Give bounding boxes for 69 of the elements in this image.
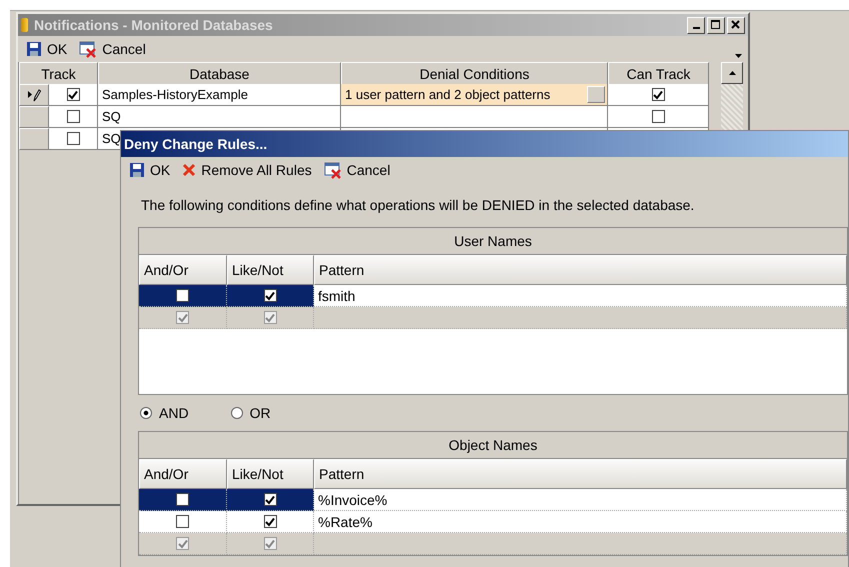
cancel-icon xyxy=(79,40,98,58)
column-header[interactable]: Can Track xyxy=(608,62,709,86)
table-cell[interactable] xyxy=(139,307,227,329)
checkbox[interactable] xyxy=(66,88,80,101)
checkbox[interactable] xyxy=(264,311,276,324)
column-header[interactable]: Pattern xyxy=(314,459,847,489)
pattern-cell[interactable]: fsmith xyxy=(314,285,847,307)
checkbox[interactable] xyxy=(264,537,276,550)
table-cell[interactable] xyxy=(227,489,314,511)
checkbox[interactable] xyxy=(652,88,664,101)
caret-icon xyxy=(735,54,742,58)
checkbox[interactable] xyxy=(176,311,189,324)
scrollbar[interactable] xyxy=(721,62,743,132)
checkbox[interactable] xyxy=(264,515,276,528)
checkbox[interactable] xyxy=(264,289,276,302)
checkbox[interactable] xyxy=(652,110,664,123)
window-title: Deny Change Rules... xyxy=(124,136,268,152)
checkbox[interactable] xyxy=(66,132,80,145)
description-text: The following conditions define what operations will be DENIED in the selected database. xyxy=(141,197,696,213)
row-header[interactable] xyxy=(19,84,49,106)
column-header[interactable]: Denial Conditions xyxy=(341,62,608,86)
table-cell[interactable] xyxy=(227,307,314,329)
toolbar-button[interactable]: Cancel xyxy=(75,38,150,60)
column-header[interactable]: Like/Not xyxy=(227,255,314,285)
table-cell[interactable] xyxy=(139,285,227,307)
remove-icon xyxy=(182,163,196,177)
toolbar-button[interactable]: Remove All Rules xyxy=(178,160,316,180)
column-header[interactable]: And/Or xyxy=(139,459,227,489)
save-icon xyxy=(26,41,42,57)
radio-button[interactable]: OR xyxy=(230,405,271,421)
table-cell[interactable] xyxy=(139,533,227,555)
checkbox[interactable] xyxy=(66,110,80,123)
checkbox[interactable] xyxy=(176,289,189,302)
column-header[interactable]: Pattern xyxy=(314,255,847,285)
close-icon xyxy=(731,20,741,30)
radio-button[interactable]: AND xyxy=(140,405,189,421)
window-title: Notifications - Monitored Databases xyxy=(34,17,274,33)
grid-caption: User Names xyxy=(139,228,847,255)
column-header[interactable]: Like/Not xyxy=(227,459,314,489)
checkbox[interactable] xyxy=(176,515,189,528)
table-cell[interactable] xyxy=(139,511,227,533)
table-cell[interactable] xyxy=(227,511,314,533)
table-cell: Samples-HistoryExample xyxy=(98,84,341,106)
toolbar-button[interactable]: OK xyxy=(125,160,174,180)
column-header[interactable]: Database xyxy=(98,62,341,86)
checkbox[interactable] xyxy=(264,493,276,506)
maximize-icon xyxy=(711,20,721,30)
cylinder-icon xyxy=(21,18,28,32)
table-cell[interactable] xyxy=(227,285,314,307)
minimize-icon xyxy=(692,27,700,29)
toolbar-button[interactable]: OK xyxy=(22,39,72,59)
table-cell[interactable] xyxy=(227,533,314,555)
toolbar-button[interactable]: Cancel xyxy=(320,159,394,181)
up-arrow-icon xyxy=(728,71,736,75)
table-cell: 1 user pattern and 2 object patterns xyxy=(341,84,608,106)
scroll-up-button[interactable] xyxy=(721,62,743,84)
save-icon xyxy=(129,162,145,178)
cancel-icon xyxy=(324,161,342,179)
pattern-cell[interactable]: %Invoice% xyxy=(314,489,847,511)
column-header[interactable]: And/Or xyxy=(139,255,227,285)
pattern-cell[interactable]: %Rate% xyxy=(314,511,847,533)
dropdown-caret-icon[interactable] xyxy=(735,54,742,58)
checkbox[interactable] xyxy=(176,537,189,550)
table-cell: SQ xyxy=(98,106,341,128)
column-header[interactable]: Track xyxy=(19,62,98,86)
checkbox[interactable] xyxy=(176,493,189,506)
pencil-arrow-icon xyxy=(27,88,41,102)
cell-edit-button[interactable] xyxy=(587,86,605,103)
table-cell[interactable] xyxy=(139,489,227,511)
